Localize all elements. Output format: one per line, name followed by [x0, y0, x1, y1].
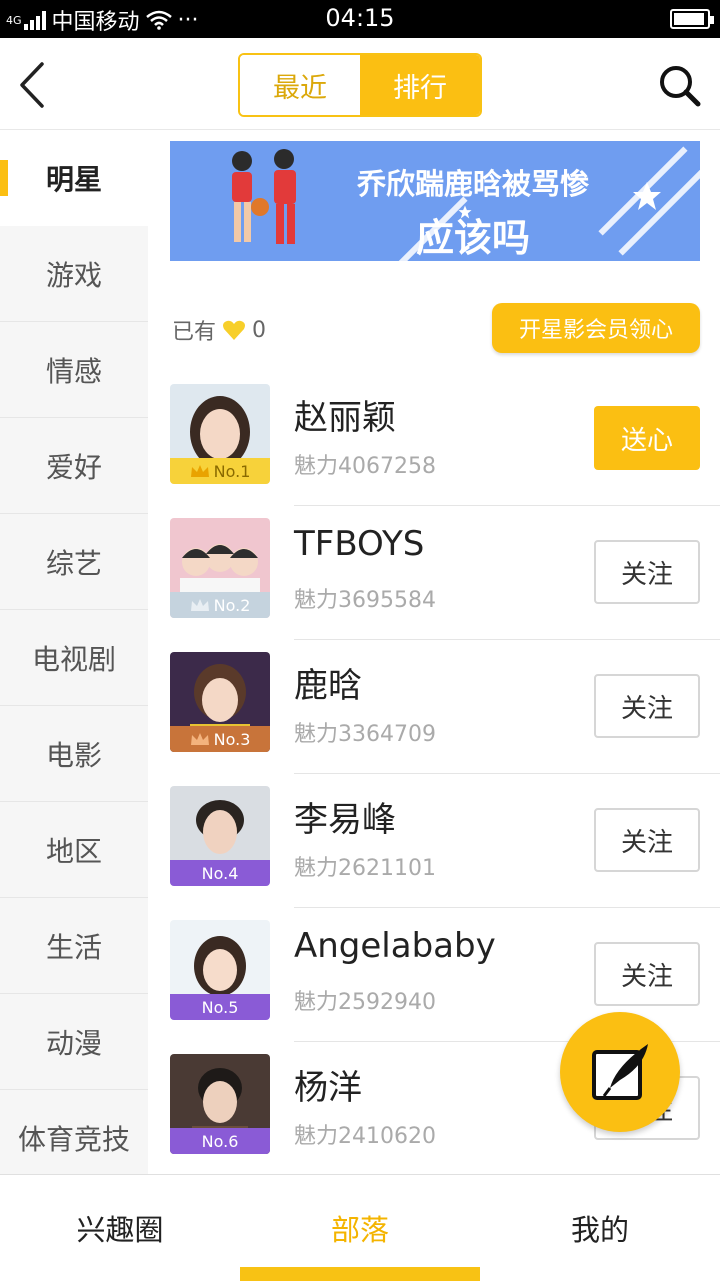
banner-line-2: 应该吗: [415, 216, 530, 260]
hearts-count: 0: [252, 317, 267, 343]
rank-badge: No.2: [170, 592, 270, 618]
avatar[interactable]: No.3: [170, 652, 270, 752]
crown-icon: [190, 465, 209, 477]
star-name: TFBOYS: [294, 524, 425, 564]
star-icon: [458, 205, 472, 219]
charm-score: 魅力2410620: [294, 1124, 436, 1149]
hearts-summary: 已有 0: [172, 314, 266, 346]
rank-badge: No.1: [170, 458, 270, 484]
avatar[interactable]: No.4: [170, 786, 270, 886]
banner-figures-image: [232, 149, 296, 244]
follow-button[interactable]: 关注: [594, 540, 700, 604]
charm-score: 魅力3364709: [294, 722, 436, 747]
bottom-nav: 兴趣圈 部落 我的: [0, 1174, 720, 1281]
star-icon: [633, 182, 661, 210]
avatar[interactable]: No.2: [170, 518, 270, 618]
avatar[interactable]: No.5: [170, 920, 270, 1020]
follow-button[interactable]: 关注: [594, 674, 700, 738]
sidebar-item-games[interactable]: 游戏: [0, 226, 148, 322]
status-bar: 4G 中国移动 ··· 04:15: [0, 0, 720, 38]
sidebar-item-life[interactable]: 生活: [0, 898, 148, 994]
sidebar-item-regions[interactable]: 地区: [0, 802, 148, 898]
charm-score: 魅力4067258: [294, 454, 436, 479]
rank-number: No.4: [201, 863, 239, 883]
rank-badge: No.3: [170, 726, 270, 752]
sidebar-item-emotion[interactable]: 情感: [0, 322, 148, 418]
compose-feather-icon: [592, 1044, 648, 1100]
rank-row[interactable]: No.1 赵丽颖 魅力4067258 送心: [148, 372, 720, 506]
crown-icon: [190, 599, 209, 611]
star-name: Angelababy: [294, 926, 496, 966]
promo-banner[interactable]: 乔欣踹鹿晗被骂惨 应该吗: [170, 141, 700, 261]
rank-number: No.1: [213, 461, 251, 481]
charm-score: 魅力3695584: [294, 588, 436, 613]
tab-recent[interactable]: 最近: [240, 55, 360, 115]
sidebar-item-hobbies[interactable]: 爱好: [0, 418, 148, 514]
compose-fab[interactable]: [560, 1012, 680, 1132]
star-name: 赵丽颖: [294, 398, 396, 438]
nav-interest-circle[interactable]: 兴趣圈: [40, 1207, 200, 1249]
header-bar: 最近 排行: [0, 38, 720, 130]
avatar[interactable]: No.6: [170, 1054, 270, 1154]
search-icon[interactable]: [658, 64, 702, 108]
rank-badge: No.5: [170, 994, 270, 1020]
rank-number: No.6: [201, 1131, 239, 1151]
rank-number: No.2: [213, 595, 251, 615]
rank-row[interactable]: No.2 TFBOYS 魅力3695584 关注: [148, 506, 720, 640]
sidebar-item-sports[interactable]: 体育竞技: [0, 1090, 148, 1186]
rank-badge: No.6: [170, 1128, 270, 1154]
charm-score: 魅力2621101: [294, 856, 436, 881]
sidebar-item-movies[interactable]: 电影: [0, 706, 148, 802]
rank-number: No.3: [213, 729, 251, 749]
nav-tribe[interactable]: 部落: [280, 1207, 440, 1249]
banner-line-1: 乔欣踹鹿晗被骂惨: [356, 167, 589, 201]
clock: 04:15: [325, 4, 395, 32]
heart-icon: [223, 320, 246, 340]
rank-number: No.5: [201, 997, 239, 1017]
star-name: 杨洋: [294, 1068, 362, 1108]
sidebar-item-anime[interactable]: 动漫: [0, 994, 148, 1090]
banner-stripe: [618, 166, 700, 256]
tab-ranking[interactable]: 排行: [360, 55, 480, 115]
follow-button[interactable]: 关注: [594, 808, 700, 872]
hearts-label: 已有: [172, 320, 217, 345]
star-name: 鹿晗: [294, 666, 362, 706]
banner-headline: 乔欣踹鹿晗被骂惨 应该吗: [328, 161, 618, 261]
star-name: 李易峰: [294, 800, 396, 840]
battery-icon: [670, 9, 714, 29]
rank-badge: No.4: [170, 860, 270, 886]
sidebar-item-tv-series[interactable]: 电视剧: [0, 610, 148, 706]
charm-score: 魅力2592940: [294, 990, 436, 1015]
sidebar-item-variety[interactable]: 综艺: [0, 514, 148, 610]
back-arrow-icon[interactable]: [14, 60, 54, 110]
sidebar-item-stars[interactable]: 明星: [0, 130, 148, 226]
nav-active-indicator: [240, 1267, 480, 1281]
vip-hearts-button[interactable]: 开星影会员领心: [492, 303, 700, 353]
send-heart-button[interactable]: 送心: [594, 406, 700, 470]
category-sidebar: 明星 游戏 情感 爱好 综艺 电视剧 电影 地区 生活 动漫 体育竞技: [0, 130, 148, 1186]
nav-mine[interactable]: 我的: [520, 1207, 680, 1249]
rank-row[interactable]: No.4 李易峰 魅力2621101 关注: [148, 774, 720, 908]
follow-button[interactable]: 关注: [594, 942, 700, 1006]
rank-row[interactable]: No.3 鹿晗 魅力3364709 关注: [148, 640, 720, 774]
avatar[interactable]: No.1: [170, 384, 270, 484]
crown-icon: [190, 733, 209, 745]
view-toggle: 最近 排行: [238, 53, 482, 117]
